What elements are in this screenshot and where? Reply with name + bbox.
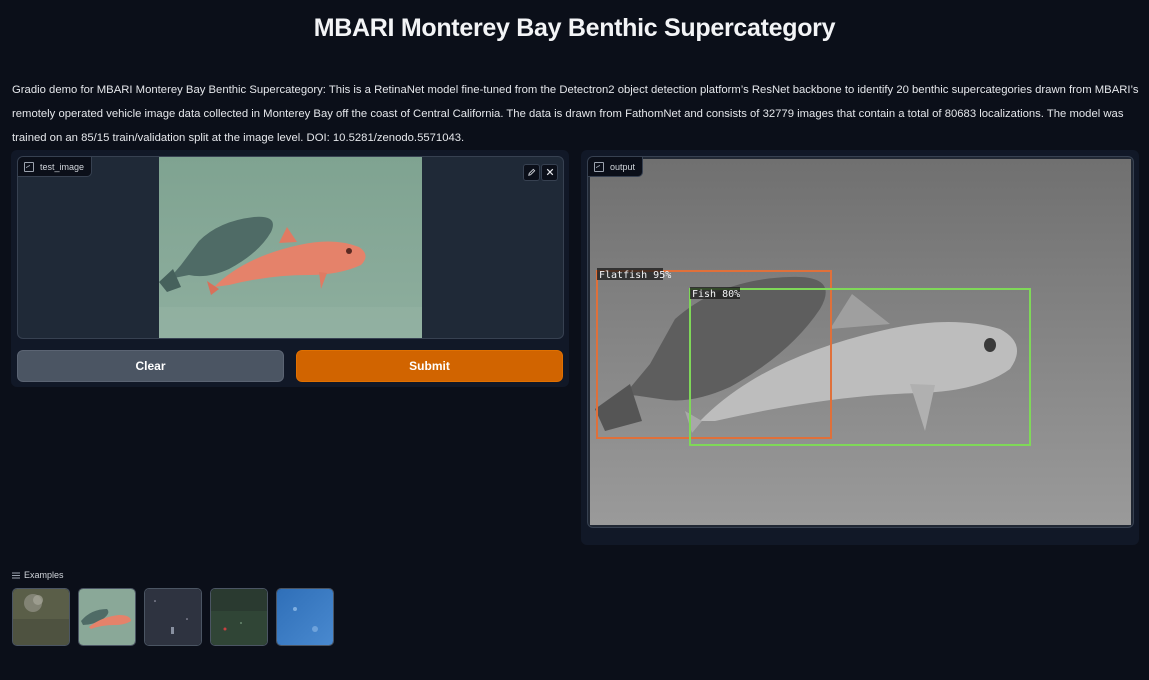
output-label: output [610,161,636,172]
output-label-chip: output [588,157,644,177]
examples-header: Examples [12,570,64,580]
flatfish-detection-label: Flatfish 95% [599,270,671,281]
example-image-4 [211,589,267,645]
page-title: MBARI Monterey Bay Benthic Supercategory [313,14,836,42]
page-description: Gradio demo for MBARI Monterey Bay Benth… [12,84,1139,144]
example-thumbnail-5[interactable] [276,588,334,646]
example-thumbnail-4[interactable] [210,588,268,646]
example-image-2 [79,589,135,645]
test-image-label: test_image [40,161,85,172]
output-image-box: output Flatfish 95% Fish 80% [587,156,1134,528]
example-thumbnail-3[interactable] [144,588,202,646]
test-image-box[interactable]: test_image [17,156,564,339]
example-thumbnail-1[interactable] [12,588,70,646]
image-icon [24,161,34,172]
example-thumbnail-2[interactable] [78,588,136,646]
test-image [159,157,422,338]
examples-label: Examples [24,570,64,580]
image-icon [594,161,604,172]
example-image-1 [13,589,69,645]
submit-button[interactable]: Submit [296,350,563,382]
close-icon[interactable] [541,164,558,181]
output-image: Flatfish 95% Fish 80% [590,159,1131,525]
list-icon [12,572,20,578]
example-image-5 [277,589,333,645]
pencil-icon[interactable] [523,164,540,181]
test-image-label-chip: test_image [18,157,93,177]
clear-button[interactable]: Clear [17,350,284,382]
fish-detection-label: Fish 80% [692,289,740,300]
example-image-3 [145,589,201,645]
